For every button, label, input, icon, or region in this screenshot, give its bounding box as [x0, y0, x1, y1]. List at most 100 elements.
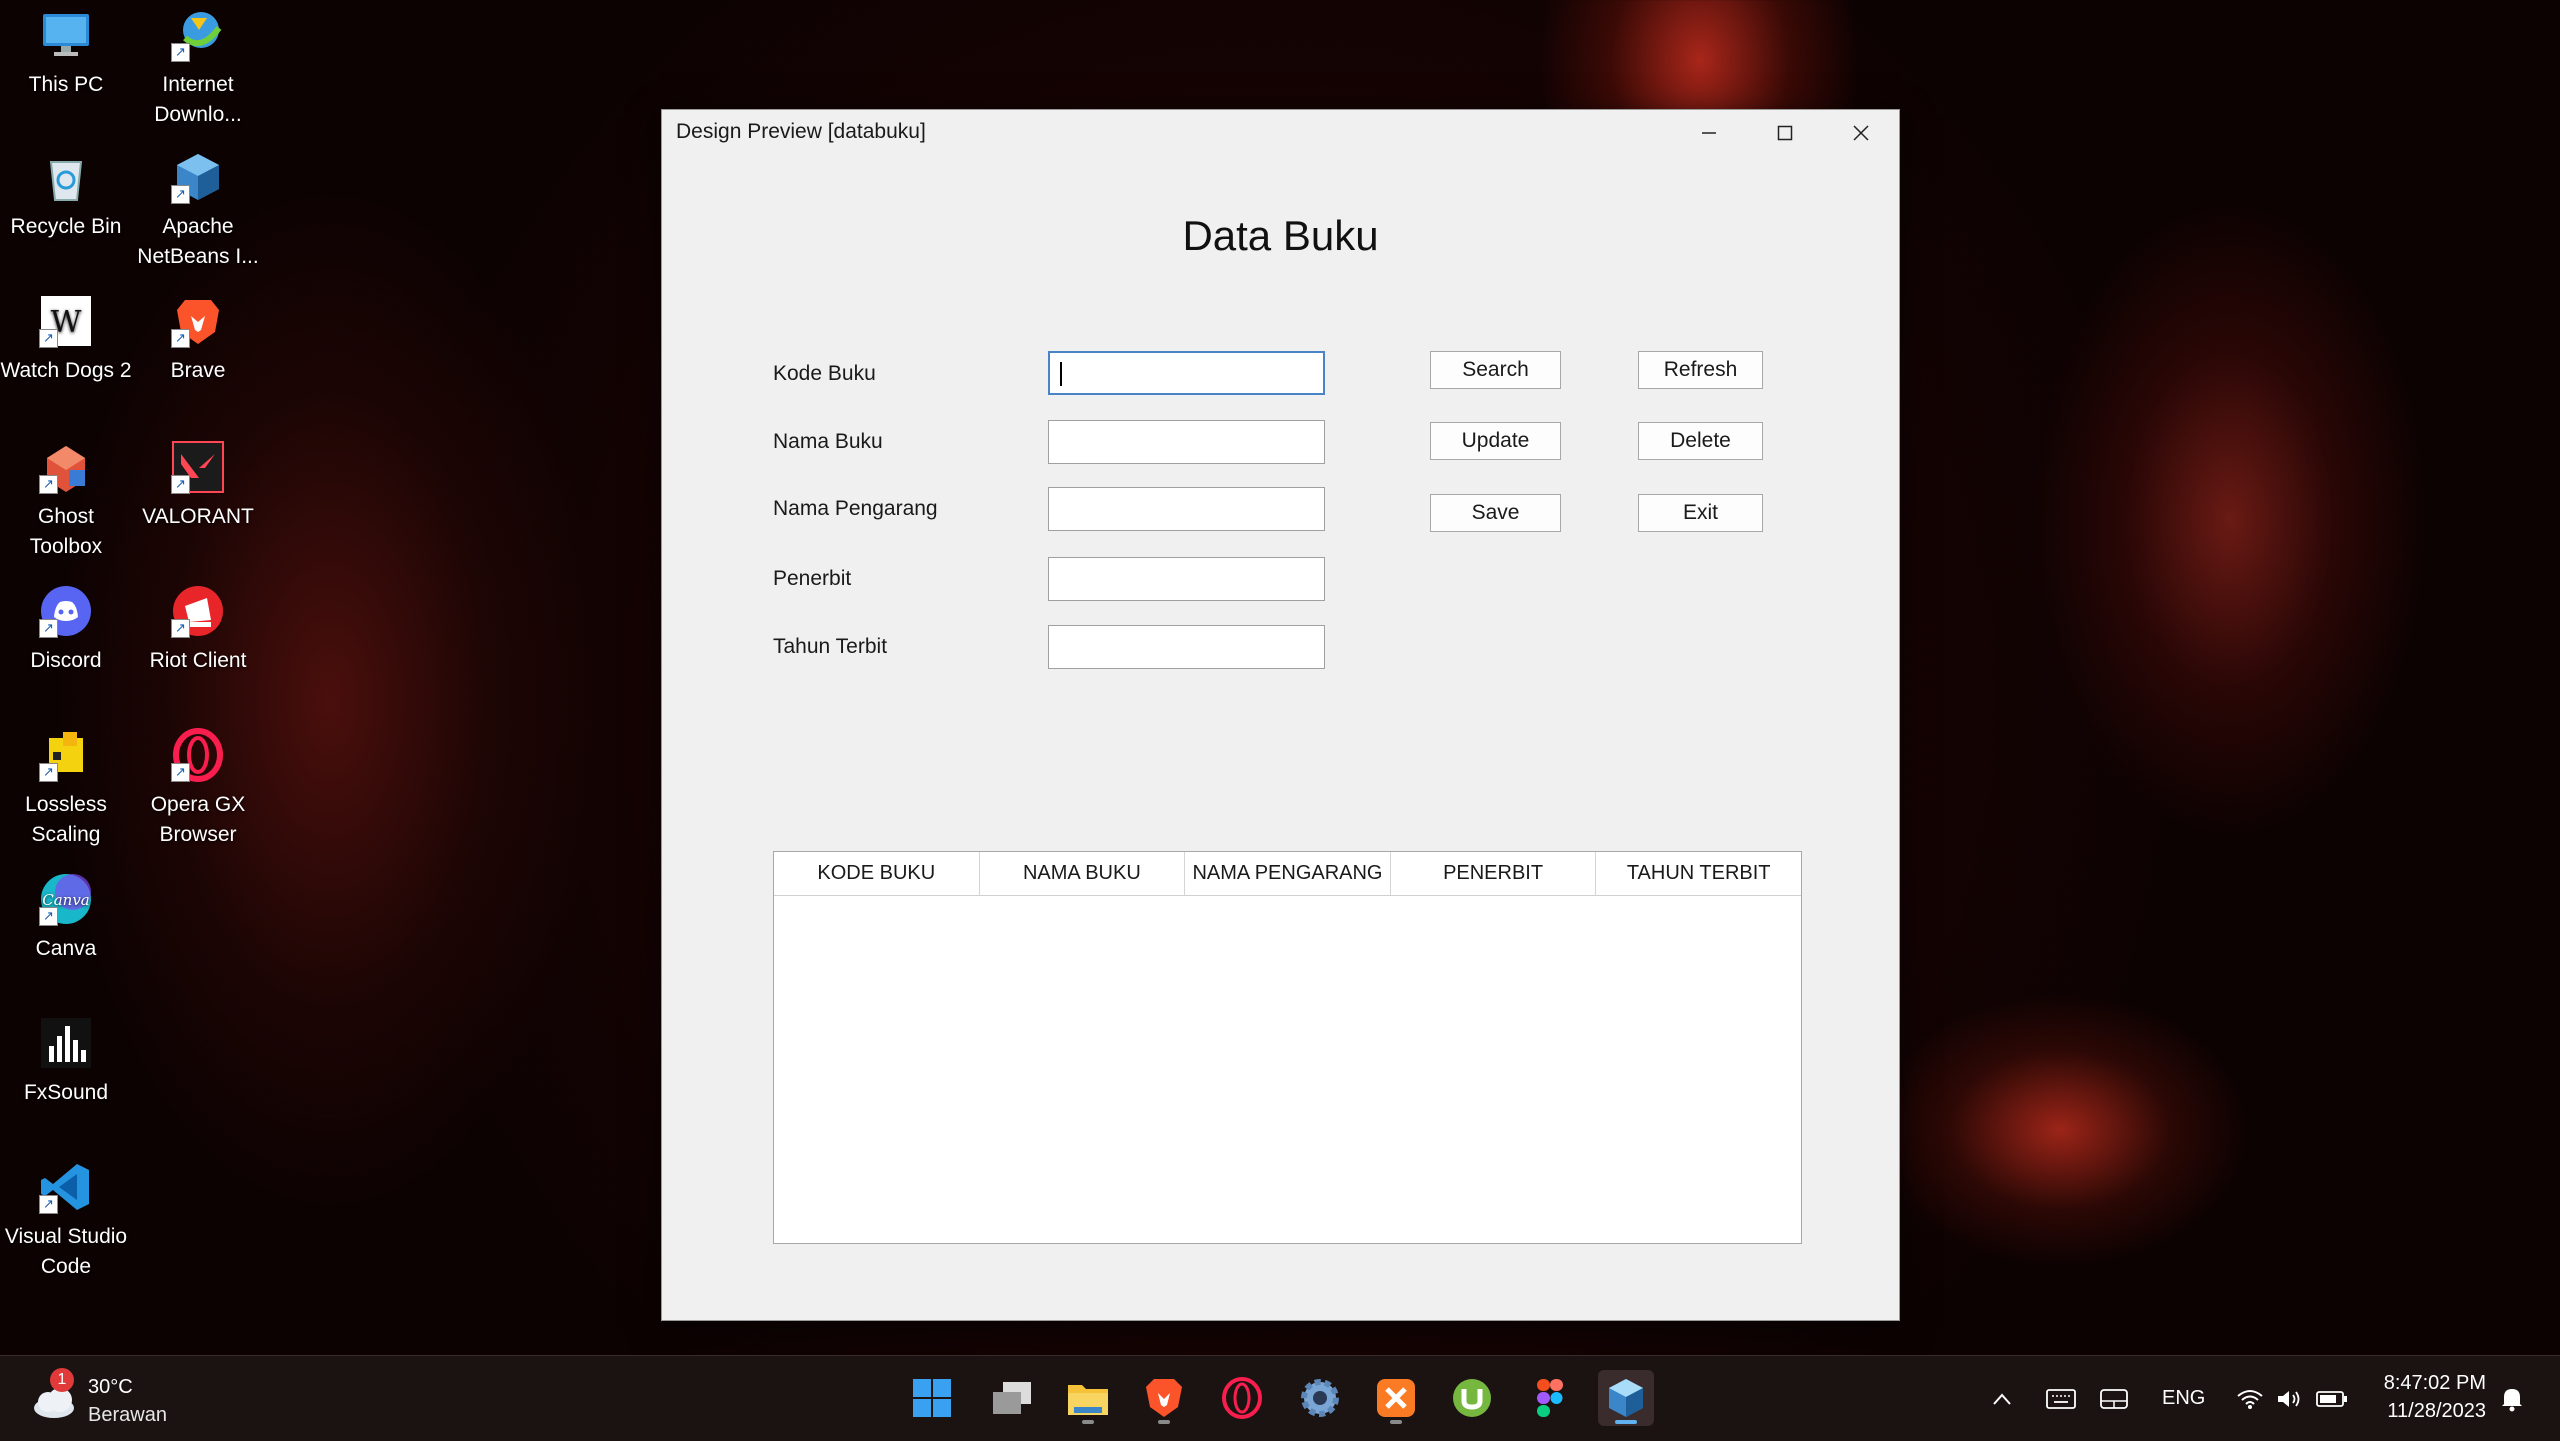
shortcut-arrow-icon: ↗ [171, 763, 190, 782]
idm-icon: ↗ [171, 8, 225, 62]
taskbar: 1 30°C Berawan ENG 8:47:02 PM 11/28/2023 [0, 1355, 2560, 1441]
label-kode-buku: Kode Buku [773, 362, 876, 385]
column-header-nama-buku[interactable]: NAMA BUKU [980, 852, 1186, 895]
title-bar[interactable]: Design Preview [databuku] [662, 110, 1899, 156]
desktop-icon-recycle-bin[interactable]: Recycle Bin [0, 150, 132, 242]
maximize-button[interactable] [1747, 110, 1823, 156]
desktop-icon-label: Brave [170, 359, 226, 382]
desktop-icon-label: Visual Studio Code [4, 1225, 128, 1278]
label-nama-buku: Nama Buku [773, 430, 883, 453]
system-clock[interactable]: 8:47:02 PM 11/28/2023 [2384, 1369, 2486, 1425]
delete-button[interactable]: Delete [1638, 422, 1763, 460]
shortcut-arrow-icon: ↗ [39, 329, 58, 348]
running-indicator [1158, 1420, 1170, 1424]
shortcut-arrow-icon: ↗ [39, 907, 58, 926]
notifications-button[interactable] [2500, 1356, 2524, 1441]
desktop-icon-fxsound[interactable]: FxSound [0, 1016, 132, 1108]
label-nama-pengarang: Nama Pengarang [773, 497, 938, 520]
netbeans-icon [1609, 1379, 1643, 1417]
penerbit-input[interactable] [1048, 557, 1325, 601]
taskbar-figma[interactable] [1522, 1370, 1578, 1426]
data-table[interactable]: KODE BUKU NAMA BUKU NAMA PENGARANG PENER… [773, 851, 1802, 1244]
task-view-button[interactable] [984, 1370, 1040, 1426]
desktop-icon-label: Canva [35, 937, 97, 960]
desktop-icon-discord[interactable]: ↗ Discord [0, 584, 132, 676]
shortcut-arrow-icon: ↗ [39, 763, 58, 782]
desktop-icon-vscode[interactable]: ↗ Visual Studio Code [0, 1160, 132, 1282]
desktop-icon-riot-client[interactable]: ↗ Riot Client [132, 584, 264, 676]
column-header-penerbit[interactable]: PENERBIT [1391, 852, 1597, 895]
monitor-icon [39, 8, 93, 62]
desktop-icon-label: Riot Client [149, 649, 247, 672]
shortcut-arrow-icon: ↗ [39, 619, 58, 638]
minimize-button[interactable] [1671, 110, 1747, 156]
show-hidden-icons-button[interactable] [1992, 1356, 2012, 1441]
taskbar-file-explorer[interactable] [1060, 1370, 1116, 1426]
shortcut-arrow-icon: ↗ [171, 185, 190, 204]
desktop-icon-internet-download-manager[interactable]: ↗ Internet Downlo... [132, 8, 264, 130]
watch-dogs-icon: W ↗ [39, 294, 93, 348]
desktop-icon-ghost-toolbox[interactable]: ↗ Ghost Toolbox [0, 440, 132, 562]
page-title: Data Buku [1182, 212, 1379, 259]
lossless-scaling-icon: ↗ [39, 728, 93, 782]
save-button[interactable]: Save [1430, 494, 1561, 532]
search-button[interactable]: Search [1430, 351, 1561, 389]
desktop-icon-opera-gx[interactable]: ↗ Opera GX Browser [132, 728, 264, 850]
taskbar-utorrent[interactable] [1444, 1370, 1500, 1426]
desktop-icon-label: This PC [28, 73, 104, 96]
nama-pengarang-input[interactable] [1048, 487, 1325, 531]
keyboard-button[interactable] [2046, 1356, 2076, 1441]
running-indicator [1082, 1420, 1094, 1424]
column-header-tahun-terbit[interactable]: TAHUN TERBIT [1596, 852, 1801, 895]
design-preview-window: Design Preview [databuku] Data Buku Kode… [661, 109, 1900, 1321]
brave-icon [1146, 1379, 1182, 1417]
battery-icon [2316, 1390, 2347, 1407]
xampp-icon [1377, 1379, 1415, 1417]
tahun-terbit-input[interactable] [1048, 625, 1325, 669]
taskbar-netbeans[interactable] [1598, 1370, 1654, 1426]
keyboard-icon [2046, 1388, 2076, 1409]
brave-icon: ↗ [171, 294, 225, 348]
label-tahun-terbit: Tahun Terbit [773, 635, 888, 658]
desktop-icon-this-pc[interactable]: This PC [0, 8, 132, 100]
input-language-button[interactable]: ENG [2162, 1356, 2205, 1441]
column-header-nama-pengarang[interactable]: NAMA PENGARANG [1185, 852, 1391, 895]
desktop-icon-lossless-scaling[interactable]: ↗ Lossless Scaling [0, 728, 132, 850]
desktop-icon-brave[interactable]: ↗ Brave [132, 294, 264, 386]
table-header: KODE BUKU NAMA BUKU NAMA PENGARANG PENER… [774, 852, 1801, 896]
nama-buku-input[interactable] [1048, 420, 1325, 464]
bell-icon [2502, 1388, 2522, 1411]
touchpad-button[interactable] [2100, 1356, 2128, 1441]
desktop-icon-valorant[interactable]: ↗ VALORANT [132, 440, 264, 532]
desktop-icon-canva[interactable]: Canva ↗ Canva [0, 872, 132, 964]
close-button[interactable] [1823, 110, 1899, 156]
refresh-button[interactable]: Refresh [1638, 351, 1763, 389]
start-button[interactable] [904, 1370, 960, 1426]
figma-icon [1537, 1379, 1563, 1417]
fxsound-icon [39, 1016, 93, 1070]
weather-widget[interactable]: 1 30°C Berawan [28, 1368, 188, 1430]
column-header-kode-buku[interactable]: KODE BUKU [774, 852, 980, 895]
exit-button[interactable]: Exit [1638, 494, 1763, 532]
gear-icon [1301, 1379, 1339, 1417]
kode-buku-input[interactable] [1048, 351, 1325, 395]
maximize-icon [1777, 125, 1793, 141]
clock-date: 11/28/2023 [2387, 1400, 2486, 1422]
desktop-icon-watch-dogs-2[interactable]: W ↗ Watch Dogs 2 [0, 294, 132, 386]
taskbar-settings[interactable] [1292, 1370, 1348, 1426]
valorant-icon: ↗ [171, 440, 225, 494]
text-caret [1060, 362, 1062, 386]
volume-icon [2278, 1390, 2300, 1407]
desktop-icon-label: Discord [30, 649, 102, 672]
shortcut-arrow-icon: ↗ [39, 1195, 58, 1214]
desktop-icon-apache-netbeans[interactable]: ↗ Apache NetBeans I... [132, 150, 264, 272]
taskbar-brave[interactable] [1136, 1370, 1192, 1426]
network-volume-battery-button[interactable] [2236, 1356, 2348, 1441]
taskbar-opera[interactable] [1214, 1370, 1270, 1426]
update-button[interactable]: Update [1430, 422, 1561, 460]
taskbar-xampp[interactable] [1368, 1370, 1424, 1426]
label-penerbit: Penerbit [773, 567, 852, 590]
shortcut-arrow-icon: ↗ [39, 475, 58, 494]
desktop-icon-label: Watch Dogs 2 [0, 359, 132, 382]
weather-temperature: 30°C [88, 1376, 133, 1398]
